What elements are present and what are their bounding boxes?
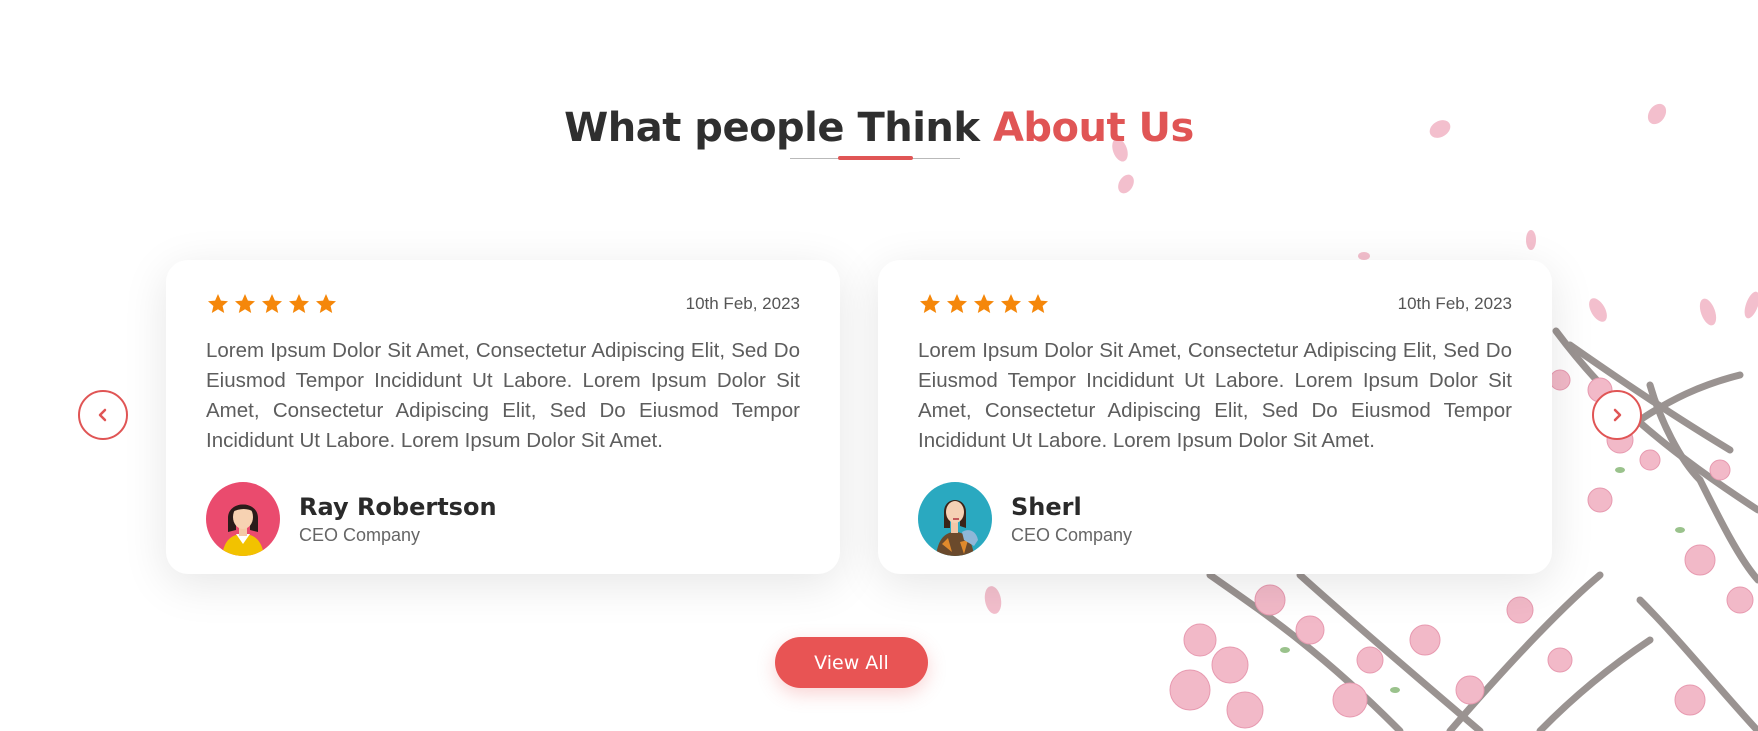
star-icon [233,292,257,316]
author-role: CEO Company [299,525,421,545]
review-date: 10th Feb, 2023 [685,294,800,313]
star-icon [287,292,311,316]
section-title-main: What people Think [564,105,993,151]
star-icon [918,292,942,316]
rating-stars [206,292,338,316]
star-icon [1026,292,1050,316]
title-underline-accent [838,156,913,160]
review-text: Lorem Ipsum Dolor Sit Amet, Consectetur … [206,339,800,452]
card-header: 10th Feb, 2023 [206,284,800,324]
view-all-button[interactable]: View All [775,637,928,688]
avatar [918,482,992,556]
author-name: Sherl [1011,493,1082,521]
star-icon [945,292,969,316]
testimonial-card: 10th Feb, 2023 Lorem Ipsum Dolor Sit Ame… [166,260,840,574]
review-text: Lorem Ipsum Dolor Sit Amet, Consectetur … [918,339,1512,452]
star-icon [260,292,284,316]
section-title-accent: About Us [992,105,1194,151]
author-role: CEO Company [1011,525,1133,545]
review-author: Ray Robertson CEO Company [206,482,800,556]
chevron-left-icon [98,408,107,422]
carousel-next-button[interactable] [1592,390,1642,440]
author-name: Ray Robertson [299,493,497,521]
star-icon [999,292,1023,316]
review-author: Sherl CEO Company [918,482,1512,556]
avatar [206,482,280,556]
testimonial-card: 10th Feb, 2023 Lorem Ipsum Dolor Sit Ame… [878,260,1552,574]
star-icon [314,292,338,316]
star-icon [206,292,230,316]
section-title: What people Think About Us [0,100,1758,156]
review-date: 10th Feb, 2023 [1397,294,1512,313]
chevron-right-icon [1613,408,1622,422]
carousel-prev-button[interactable] [78,390,128,440]
section-heading: What people Think About Us [0,100,1758,156]
card-header: 10th Feb, 2023 [918,284,1512,324]
rating-stars [918,292,1050,316]
star-icon [972,292,996,316]
